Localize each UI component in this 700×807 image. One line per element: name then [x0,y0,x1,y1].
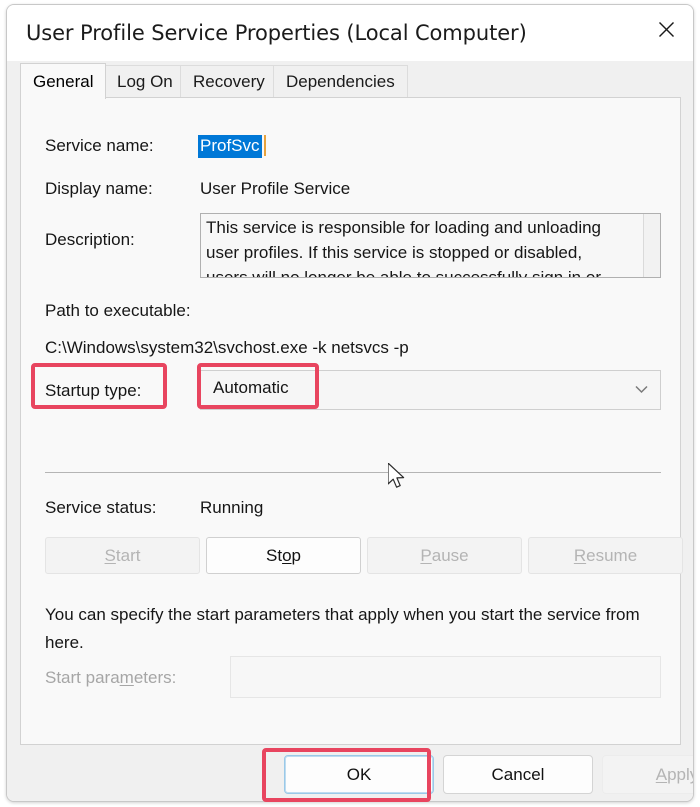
service-status-label: Service status: [45,498,157,517]
pause-button[interactable]: Pause [367,537,522,574]
service-properties-dialog: User Profile Service Properties (Local C… [6,4,694,802]
description-value: This service is responsible for loading … [206,218,602,278]
startup-type-value: Automatic [213,378,289,397]
tab-general[interactable]: General [20,63,107,99]
stop-button-label: Stop [266,545,301,565]
text-caret [264,135,266,156]
apply-button[interactable]: Apply [602,755,693,794]
start-button[interactable]: Start [45,537,200,574]
description-label: Description: [45,230,135,249]
startup-type-combobox[interactable]: Automatic [200,370,661,410]
window-title: User Profile Service Properties (Local C… [26,21,527,45]
cancel-button[interactable]: Cancel [443,755,593,794]
start-parameters-help: You can specify the start parameters tha… [45,605,640,652]
screen: User Profile Service Properties (Local C… [0,0,700,807]
service-status-value: Running [200,498,264,517]
tab-strip: General Log On Recovery Dependencies [7,61,693,99]
resume-button[interactable]: Resume [528,537,683,574]
tab-general-label: General [33,71,94,91]
cancel-button-label: Cancel [491,764,545,784]
chevron-down-icon [635,381,648,399]
path-label: Path to executable: [45,301,191,320]
resume-button-label: Resume [573,545,638,565]
display-name-label: Display name: [45,179,153,198]
close-button[interactable] [639,5,693,53]
tab-log-on[interactable]: Log On [104,65,186,98]
apply-button-label: Apply [655,764,693,784]
tab-dependencies[interactable]: Dependencies [273,65,408,98]
tab-log-on-label: Log On [117,72,173,91]
start-parameters-label: Start parameters: [45,668,177,687]
display-name-value[interactable]: User Profile Service [200,179,350,199]
description-scrollbar[interactable] [643,214,660,277]
tab-dependencies-label: Dependencies [286,72,395,91]
general-tab-panel: Service name: ProfSvc Display name: User… [20,97,683,745]
title-bar: User Profile Service Properties (Local C… [7,5,693,61]
start-parameters-input[interactable] [230,656,661,698]
service-name-label: Service name: [45,136,154,155]
startup-type-label: Startup type: [45,381,142,400]
stop-button[interactable]: Stop [206,537,361,574]
start-button-label: Start [104,545,141,565]
path-value: C:\Windows\system32\svchost.exe -k netsv… [45,338,409,357]
dialog-footer: OK Cancel Apply [7,745,693,801]
service-name-value[interactable]: ProfSvc [198,135,262,158]
ok-button[interactable]: OK [284,755,434,794]
description-box[interactable]: This service is responsible for loading … [200,213,661,278]
section-divider [45,472,661,473]
tab-recovery[interactable]: Recovery [180,65,278,98]
close-icon [657,20,676,39]
tab-recovery-label: Recovery [193,72,265,91]
pause-button-label: Pause [420,545,469,565]
ok-button-label: OK [346,764,372,784]
